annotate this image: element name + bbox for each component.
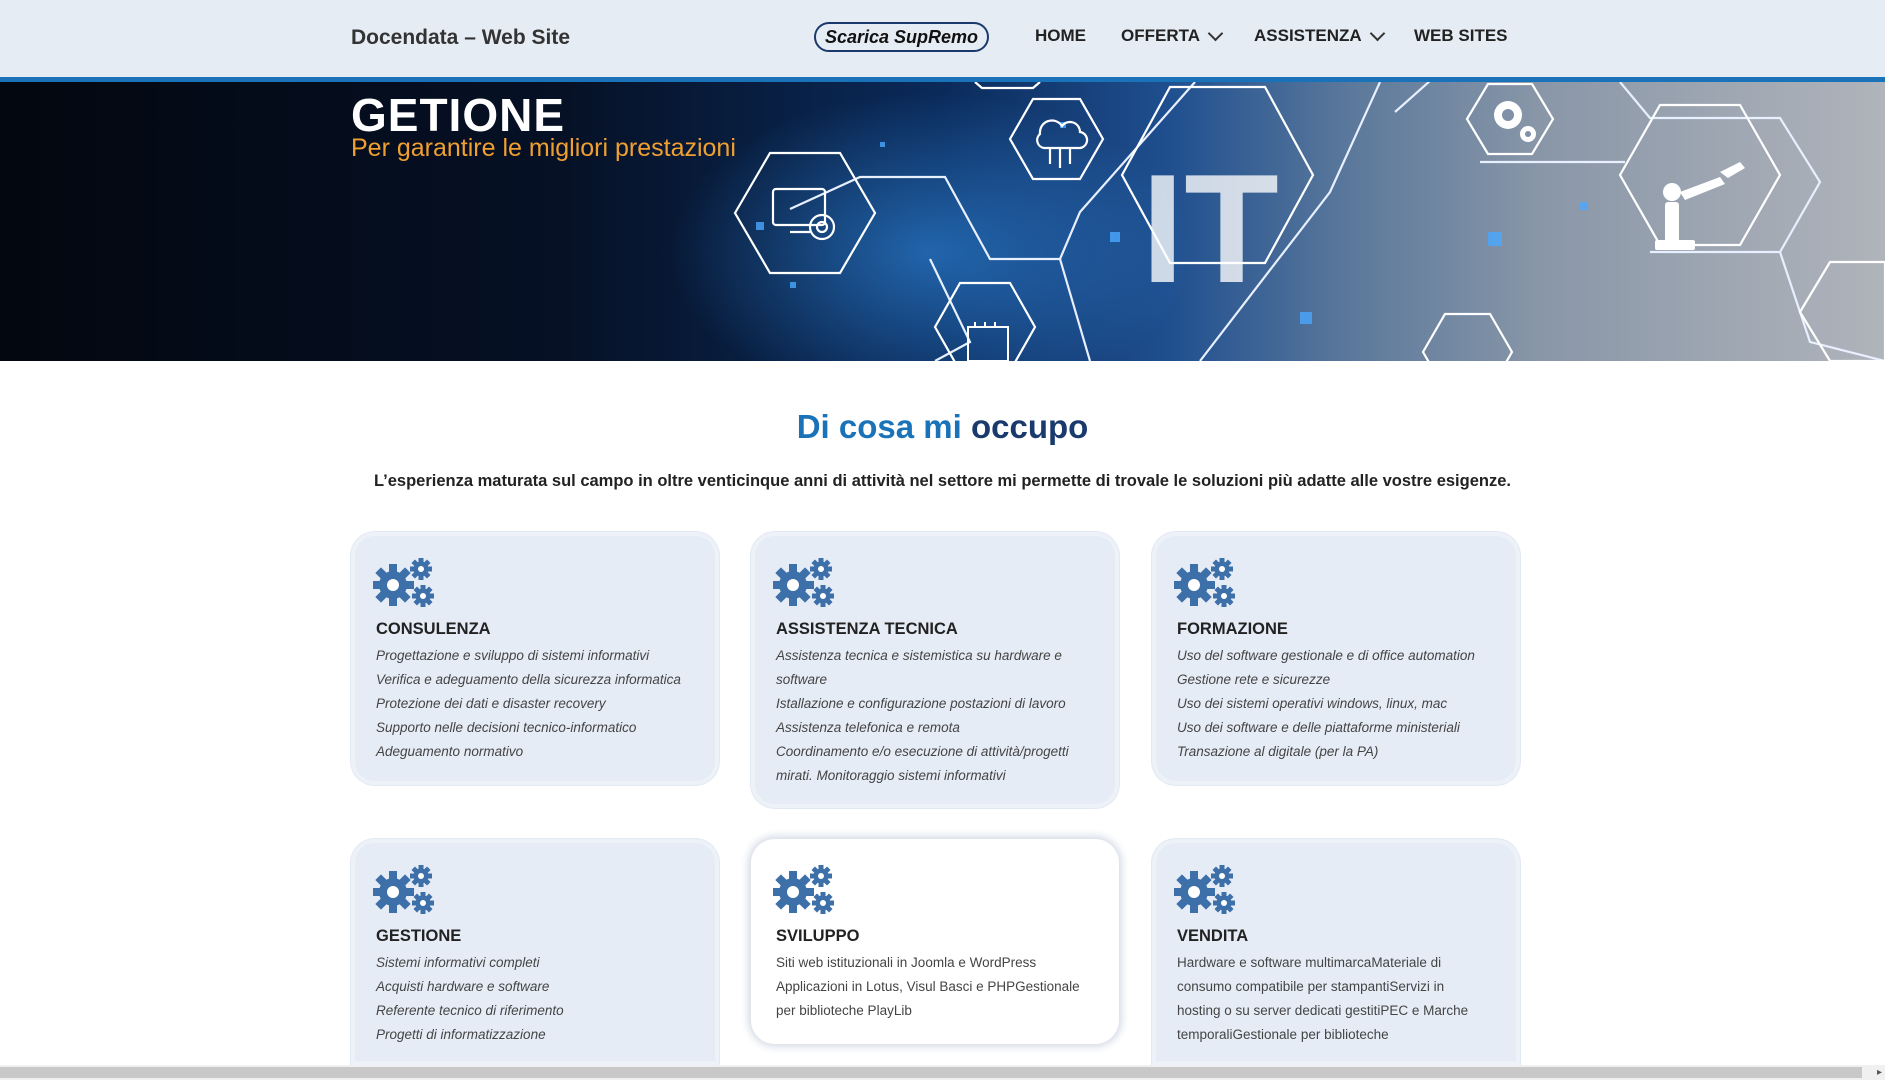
nav-offerta[interactable]: OFFERTA <box>1121 25 1224 46</box>
section-title: Di cosa mi occupo <box>0 408 1885 446</box>
hero-banner: IT GETIONE Per garantire le migliori pre… <box>0 82 1885 361</box>
card-text: Siti web istituzionali in Joomla e WordP… <box>776 955 1080 1018</box>
list-item: Acquisti hardware e software <box>376 979 550 994</box>
card-title: SVILUPPO <box>776 927 860 945</box>
robot-arm-icon <box>1655 162 1745 250</box>
list-item: Progettazione e sviluppo di sistemi info… <box>376 648 650 663</box>
scrollbar-thumb[interactable] <box>0 1067 1862 1078</box>
section-title-part-1: Di cosa mi <box>796 408 962 445</box>
nav-assistenza-label: ASSISTENZA <box>1254 26 1362 45</box>
list-item: Transazione al digitale (per la PA) <box>1177 744 1379 759</box>
list-item: Progetti di informatizzazione <box>376 1027 546 1042</box>
gear-icon <box>1494 101 1536 142</box>
list-item: Sistemi informativi completi <box>376 955 540 970</box>
gears-icon <box>373 865 434 914</box>
nav-offerta-label: OFFERTA <box>1121 26 1201 45</box>
list-item: Verifica e adeguamento della sicurezza i… <box>376 672 681 687</box>
list-item: Assistenza telefonica e remota <box>776 720 960 735</box>
list-item: Coordinamento e/o esecuzione di attività… <box>776 744 1069 783</box>
list-item: Supporto nelle decisioni tecnico-informa… <box>376 720 637 735</box>
gears-icon <box>373 558 434 607</box>
section-title-part-2: occupo <box>970 408 1089 445</box>
nav-web-sites-label: WEB SITES <box>1414 26 1508 45</box>
nav-home-label: HOME <box>1035 26 1086 45</box>
card-vendita: VENDITA Hardware e software multimarcaMa… <box>1152 839 1520 1065</box>
card-title: VENDITA <box>1177 927 1249 945</box>
card-list: Sistemi informativi completi Acquisti ha… <box>376 951 706 1047</box>
card-sviluppo: SVILUPPO Siti web istituzionali in Jooml… <box>751 839 1119 1044</box>
card-assistenza-tecnica: ASSISTENZA TECNICA Assistenza tecnica e … <box>751 532 1119 808</box>
nav-web-sites[interactable]: WEB SITES <box>1414 26 1508 46</box>
section-lead: L’esperienza maturata sul campo in oltre… <box>374 472 1511 490</box>
card-consulenza: CONSULENZA Progettazione e sviluppo di s… <box>351 532 719 785</box>
gears-icon <box>773 865 834 914</box>
nav-home[interactable]: HOME <box>1035 26 1086 46</box>
chevron-down-icon <box>1207 25 1224 41</box>
card-formazione: FORMAZIONE Uso del software gestionale e… <box>1152 532 1520 785</box>
list-item: Istallazione e configurazione postazioni… <box>776 696 1066 711</box>
hero-it-text: IT <box>1141 142 1279 315</box>
gears-icon <box>773 558 834 607</box>
card-text: Hardware e software multimarcaMateriale … <box>1177 955 1469 1042</box>
list-item: Protezione dei dati e disaster recovery <box>376 696 606 711</box>
card-title: CONSULENZA <box>376 620 491 638</box>
list-item: Uso dei software e delle piattaforme min… <box>1177 720 1460 735</box>
card-gestione: GESTIONE Sistemi informativi completi Ac… <box>351 839 719 1065</box>
list-item: Referente tecnico di riferimento <box>376 1003 564 1018</box>
list-item: Gestione rete e sicurezze <box>1177 672 1331 687</box>
horizontal-scrollbar[interactable]: ▸ <box>0 1065 1885 1080</box>
card-list: Uso del software gestionale e di office … <box>1177 644 1507 764</box>
hero-artwork: IT <box>670 82 1885 361</box>
download-supremo-button[interactable]: Scarica SupRemo <box>814 22 989 52</box>
scroll-right-arrow-icon[interactable]: ▸ <box>1877 1067 1882 1078</box>
nav-assistenza[interactable]: ASSISTENZA <box>1254 25 1385 46</box>
list-item: Uso del software gestionale e di office … <box>1177 648 1475 663</box>
site-header: Docendata – Web Site Scarica SupRemo HOM… <box>0 0 1885 82</box>
gears-icon <box>1174 865 1235 914</box>
card-list: Assistenza tecnica e sistemistica su har… <box>776 644 1106 788</box>
site-title[interactable]: Docendata – Web Site <box>351 26 570 50</box>
card-title: GESTIONE <box>376 927 462 945</box>
card-list: Progettazione e sviluppo di sistemi info… <box>376 644 706 764</box>
list-item: Adeguamento normativo <box>376 744 524 759</box>
hero-subtitle: Per garantire le migliori prestazioni <box>351 134 736 162</box>
list-item: Uso dei sistemi operativi windows, linux… <box>1177 696 1448 711</box>
card-title: ASSISTENZA TECNICA <box>776 620 958 638</box>
card-title: FORMAZIONE <box>1177 620 1288 638</box>
chevron-down-icon <box>1369 25 1385 41</box>
list-item: Assistenza tecnica e sistemistica su har… <box>776 648 1062 687</box>
gears-icon <box>1174 558 1235 607</box>
